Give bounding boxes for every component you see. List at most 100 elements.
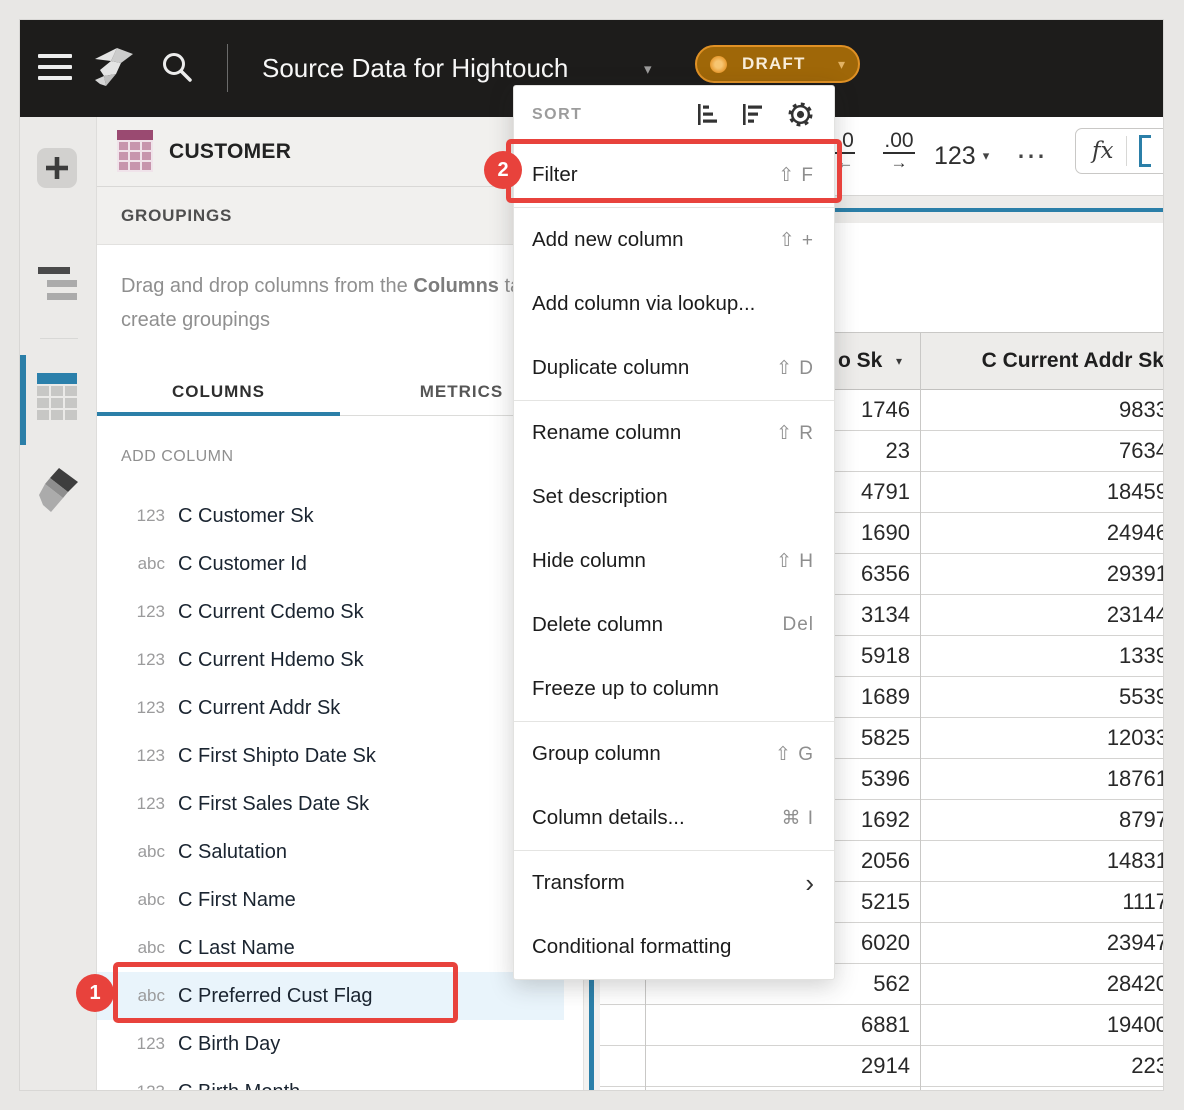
- source-name: CUSTOMER: [169, 117, 291, 187]
- column-name: C First Sales Date Sk: [178, 793, 369, 816]
- column-list-item[interactable]: 123C First Shipto Date Sk: [97, 732, 564, 780]
- cell-current-addr-sk: 12033: [930, 718, 1163, 757]
- selected-column-indicator: [589, 973, 594, 1090]
- plus-icon: [46, 157, 68, 179]
- menu-item-add-column-via-lookup[interactable]: Add column via lookup...: [514, 272, 834, 336]
- menu-item-set-description[interactable]: Set description: [514, 465, 834, 529]
- sort-ascending-icon[interactable]: [695, 103, 719, 126]
- menu-item-shortcut: Del: [782, 614, 814, 636]
- groupings-section-header: GROUPINGS: [97, 187, 583, 245]
- column-list-item[interactable]: abcC Last Name: [97, 924, 564, 972]
- sort-settings-gear-icon[interactable]: [785, 99, 816, 130]
- cell-current-addr-sk: 9833: [930, 390, 1163, 429]
- table-source-icon: [117, 130, 153, 172]
- menu-item-freeze-up-to-column[interactable]: Freeze up to column: [514, 657, 834, 721]
- cell-hdemo-sk: 2694: [645, 1087, 910, 1090]
- sort-descending-icon[interactable]: [740, 103, 764, 126]
- column-name: C Birth Day: [178, 1033, 280, 1056]
- column-list-item[interactable]: 123C Current Cdemo Sk: [97, 588, 564, 636]
- cell-current-addr-sk: 28420: [930, 964, 1163, 1003]
- column-list-item[interactable]: 123C Birth Day: [97, 1020, 564, 1068]
- menu-item-duplicate-column[interactable]: Duplicate column ⇧ D: [514, 336, 834, 400]
- menu-item-label: Add new column: [532, 228, 684, 252]
- menu-items: Filter ⇧ F Add new column⇧ +Add column via…: [514, 143, 834, 979]
- active-tab-underline: [97, 412, 340, 416]
- column-list-item[interactable]: 123C Current Hdemo Sk: [97, 636, 564, 684]
- column-list-item[interactable]: 123C Current Addr Sk: [97, 684, 564, 732]
- annotation-step-2-badge: 2: [484, 151, 522, 189]
- hamburger-menu-icon[interactable]: [38, 54, 72, 87]
- column-list-item[interactable]: abcC Preferred Cust Flag: [97, 972, 564, 1020]
- column-header-current-addr-sk[interactable]: C Current Addr Sk: [930, 333, 1163, 389]
- column-list-item[interactable]: 123C Birth Month: [97, 1068, 564, 1090]
- column-name: C First Name: [178, 889, 296, 912]
- format-paintbrush-icon[interactable]: [37, 467, 79, 520]
- column-type-badge: abc: [111, 842, 165, 862]
- column-type-badge: 123: [111, 1082, 165, 1090]
- rail-active-indicator: [20, 355, 26, 445]
- menu-item-column-details[interactable]: Column details...⌘ I: [514, 786, 834, 850]
- column-list-item[interactable]: abcC Customer Id: [97, 540, 564, 588]
- cell-current-addr-sk: 7634: [930, 431, 1163, 470]
- column-list-item[interactable]: abc C Salutation: [97, 828, 564, 876]
- column-type-badge: 123: [111, 602, 165, 622]
- draft-status-button[interactable]: DRAFT ▾: [695, 45, 860, 83]
- menu-item-transform[interactable]: Transform›: [514, 851, 834, 915]
- menu-item-filter[interactable]: Filter ⇧ F: [514, 143, 834, 207]
- menu-item-shortcut: ⇧ H: [776, 550, 814, 573]
- column-list-item[interactable]: abcC First Name: [97, 876, 564, 924]
- menu-item-conditional-formatting[interactable]: Conditional formatting: [514, 915, 834, 979]
- cell-current-addr-sk: 24946: [930, 513, 1163, 552]
- draft-label: DRAFT: [742, 54, 806, 74]
- table-row[interactable]: 2694 273: [600, 1087, 1163, 1090]
- column-list: 123C Customer SkabcC Customer Id123C Cur…: [97, 492, 583, 1090]
- topbar-divider: [227, 44, 228, 92]
- menu-item-label: Hide column: [532, 549, 646, 573]
- menu-item-add-new-column[interactable]: Add new column⇧ +: [514, 208, 834, 272]
- number-format-dropdown[interactable]: 123 ▾: [934, 117, 989, 195]
- cell-current-addr-sk: 18459: [930, 472, 1163, 511]
- column-list-item[interactable]: 123C Customer Sk: [97, 492, 564, 540]
- column-name: C Current Hdemo Sk: [178, 649, 364, 672]
- column-list-item[interactable]: 123C First Sales Date Sk: [97, 780, 564, 828]
- element-panel-table-icon[interactable]: [37, 373, 77, 420]
- cell-current-addr-sk: 18761: [930, 759, 1163, 798]
- table-row[interactable]: 2914223: [600, 1046, 1163, 1087]
- menu-item-shortcut: ⇧ F: [778, 164, 814, 187]
- menu-item-label: Group column: [532, 742, 661, 766]
- column-header-hdemo-sk[interactable]: o Sk: [838, 333, 882, 389]
- fx-icon: fx: [1092, 138, 1113, 164]
- right-arrow-icon: →: [874, 154, 924, 172]
- cell-current-addr-sk: 1339: [930, 636, 1163, 675]
- formula-bar[interactable]: fx: [1075, 128, 1163, 174]
- column-type-badge: abc: [111, 938, 165, 958]
- search-icon[interactable]: [160, 50, 194, 89]
- header-caret-icon[interactable]: ▾: [896, 333, 902, 389]
- menu-item-group-column[interactable]: Group column⇧ G: [514, 722, 834, 786]
- menu-item-delete-column[interactable]: Delete columnDel: [514, 593, 834, 657]
- menu-item-shortcut: ⇧ D: [776, 357, 814, 380]
- add-column-label[interactable]: ADD COLUMN: [121, 448, 234, 466]
- cell-current-addr-sk: 14831: [930, 841, 1163, 880]
- column-name: C Salutation: [178, 841, 287, 864]
- more-options-button[interactable]: ⋯: [1016, 117, 1048, 195]
- sigma-logo-icon[interactable]: [92, 46, 136, 93]
- draft-dot-icon: [710, 56, 727, 73]
- menu-item-label: Filter: [532, 163, 578, 187]
- tab-columns[interactable]: COLUMNS: [97, 368, 340, 415]
- cell-current-addr-sk: 29391: [930, 554, 1163, 593]
- menu-item-rename-column[interactable]: Rename column⇧ R: [514, 401, 834, 465]
- add-element-button[interactable]: [37, 148, 77, 188]
- cell-current-addr-sk: 8797: [930, 800, 1163, 839]
- menu-item-label: Duplicate column: [532, 356, 689, 380]
- table-row[interactable]: 688119400: [600, 1005, 1163, 1046]
- increase-decimal-button[interactable]: .00 →: [874, 130, 924, 172]
- column-type-badge: 123: [111, 698, 165, 718]
- groupings-label: GROUPINGS: [121, 206, 232, 226]
- menu-item-label: Column details...: [532, 806, 685, 830]
- menu-item-label: Transform: [532, 871, 625, 895]
- cell-current-addr-sk: 273: [930, 1087, 1163, 1090]
- column-type-badge: 123: [111, 746, 165, 766]
- menu-item-hide-column[interactable]: Hide column ⇧ H: [514, 529, 834, 593]
- annotation-step-1-badge: 1: [76, 974, 114, 1012]
